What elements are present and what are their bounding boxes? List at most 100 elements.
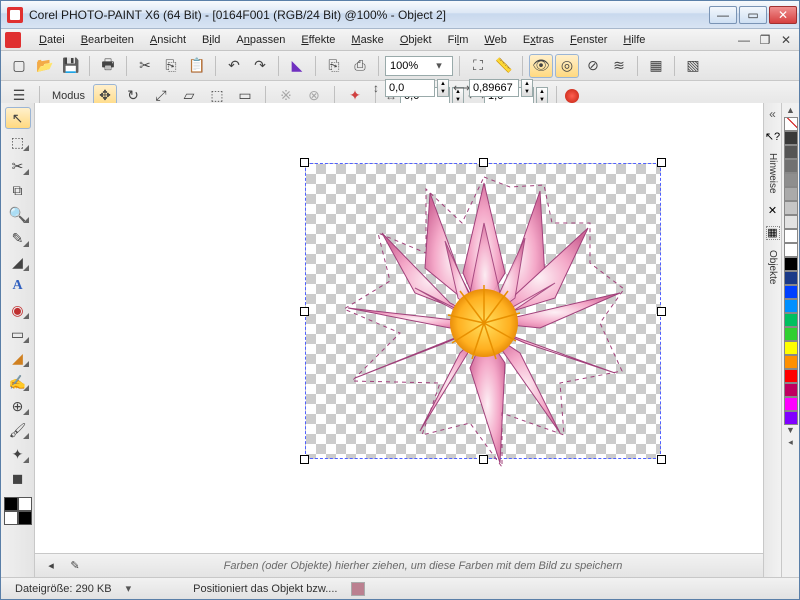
export-icon[interactable]: ⎘	[322, 54, 346, 78]
copy-icon[interactable]: ⎘	[159, 54, 183, 78]
palette-swatch[interactable]	[784, 383, 798, 397]
palette-swatch[interactable]	[784, 257, 798, 271]
dropshadow-tool-icon[interactable]: ◼	[5, 467, 31, 489]
objects-icon[interactable]: ▦	[766, 226, 780, 240]
rectangle-tool-icon[interactable]: ▭	[5, 323, 31, 345]
publish-icon[interactable]: ⎙	[348, 54, 372, 78]
palette-up-icon[interactable]: ▲	[786, 105, 795, 117]
palette-swatch[interactable]	[784, 187, 798, 201]
mask-rect-tool-icon[interactable]: ⬚	[5, 131, 31, 153]
palette-swatch[interactable]	[784, 215, 798, 229]
palette-swatch[interactable]	[784, 341, 798, 355]
eyedropper-tool-icon[interactable]: ✎	[5, 227, 31, 249]
paint-tool-icon[interactable]: 🖌	[5, 419, 31, 441]
menu-film[interactable]: Film	[440, 31, 477, 49]
undo-icon[interactable]: ↶	[222, 54, 246, 78]
close-button[interactable]: ✕	[769, 6, 797, 24]
clear-mask-icon[interactable]: ⊘	[581, 54, 605, 78]
mdi-restore-button[interactable]: ❐	[756, 32, 774, 48]
palette-swatch[interactable]	[784, 173, 798, 187]
effect-tool-icon[interactable]: ✍	[5, 371, 31, 393]
menu-bearbeiten[interactable]: Bearbeiten	[73, 31, 142, 49]
invert-mask-icon[interactable]: ≋	[607, 54, 631, 78]
minimize-button[interactable]: —	[709, 6, 737, 24]
rulers-icon[interactable]: 📏	[492, 54, 516, 78]
menu-objekt[interactable]: Objekt	[392, 31, 440, 49]
menu-fenster[interactable]: Fenster	[562, 31, 615, 49]
close-tab-icon[interactable]: ✕	[766, 204, 780, 218]
palette-menu-icon[interactable]: ◂	[43, 559, 59, 572]
show-guides-icon[interactable]: ◎	[555, 54, 579, 78]
palette-fly-icon[interactable]: ◂	[788, 437, 793, 449]
menu-ansicht[interactable]: Ansicht	[142, 31, 194, 49]
color-swatches[interactable]	[4, 497, 32, 525]
palette-swatch[interactable]	[784, 271, 798, 285]
fullscreen-icon[interactable]: ⛶	[466, 54, 490, 78]
palette-swatch[interactable]	[784, 397, 798, 411]
menu-extras[interactable]: Extras	[515, 31, 562, 49]
palette-swatch[interactable]	[784, 131, 798, 145]
palette-down-icon[interactable]: ▼	[786, 425, 795, 437]
menu-anpassen[interactable]: Anpassen	[228, 31, 293, 49]
options-icon[interactable]: ▧	[681, 54, 705, 78]
paste-icon[interactable]: 📋	[185, 54, 209, 78]
new-icon[interactable]: ▢	[7, 54, 31, 78]
handle-sw[interactable]	[300, 455, 309, 464]
palette-swatch[interactable]	[784, 299, 798, 313]
import-icon[interactable]: ◣	[285, 54, 309, 78]
mdi-minimize-button[interactable]: —	[735, 32, 753, 48]
crop-tool-icon[interactable]: ⧉	[5, 179, 31, 201]
cut-icon[interactable]: ✂	[133, 54, 157, 78]
pos-y-spinner[interactable]: ▲▼	[437, 79, 449, 97]
scale-y-input[interactable]	[469, 79, 519, 97]
palette-swatch[interactable]	[784, 229, 798, 243]
pos-y-input[interactable]	[385, 79, 435, 97]
menu-effekte[interactable]: Effekte	[293, 31, 343, 49]
palette-swatch[interactable]	[784, 145, 798, 159]
palette-swatch[interactable]	[784, 355, 798, 369]
status-color-swatch[interactable]	[351, 582, 365, 596]
text-tool-icon[interactable]: A	[5, 275, 31, 297]
hints-icon[interactable]: ↖?	[766, 129, 780, 143]
redo-icon[interactable]: ↷	[248, 54, 272, 78]
redeye-tool-icon[interactable]: ◉	[5, 299, 31, 321]
mdi-close-button[interactable]: ✕	[777, 32, 795, 48]
save-icon[interactable]: 💾	[59, 54, 83, 78]
print-icon[interactable]: 🖶	[96, 54, 120, 78]
menu-web[interactable]: Web	[476, 31, 514, 49]
handle-se[interactable]	[657, 455, 666, 464]
handle-e[interactable]	[657, 307, 666, 316]
hints-tab[interactable]: Hinweise	[767, 153, 778, 194]
fill-tool-icon[interactable]: ◢	[5, 347, 31, 369]
show-mask-icon[interactable]: 👁	[529, 54, 553, 78]
palette-swatch[interactable]	[784, 285, 798, 299]
palette-swatch[interactable]	[784, 327, 798, 341]
no-color-swatch[interactable]	[784, 117, 798, 131]
eraser-tool-icon[interactable]: ◢	[5, 251, 31, 273]
launcher-icon[interactable]: ▦	[644, 54, 668, 78]
expand-dockers-icon[interactable]: «	[769, 107, 776, 121]
palette-swatch[interactable]	[784, 369, 798, 383]
handle-n[interactable]	[479, 158, 488, 167]
canvas[interactable]	[35, 103, 763, 553]
palette-swatch[interactable]	[784, 159, 798, 173]
menu-datei[interactable]: Datei	[31, 31, 73, 49]
status-dropdown-icon[interactable]: ▾	[126, 582, 132, 595]
palette-swatch[interactable]	[784, 243, 798, 257]
clone-tool-icon[interactable]: ⊕	[5, 395, 31, 417]
spray-tool-icon[interactable]: ✦	[5, 443, 31, 465]
palette-swatch[interactable]	[784, 201, 798, 215]
handle-s[interactable]	[479, 455, 488, 464]
objects-tab[interactable]: Objekte	[767, 250, 778, 284]
mask-transform-tool-icon[interactable]: ✂	[5, 155, 31, 177]
pick-tool-icon[interactable]: ↖	[5, 107, 31, 129]
zoom-field[interactable]: ▾	[385, 56, 453, 76]
handle-ne[interactable]	[657, 158, 666, 167]
menu-maske[interactable]: Maske	[343, 31, 391, 49]
palette-swatch[interactable]	[784, 411, 798, 425]
scale-y-spinner[interactable]: ▲▼	[521, 79, 533, 97]
handle-w[interactable]	[300, 307, 309, 316]
open-icon[interactable]: 📂	[33, 54, 57, 78]
eyedropper-icon[interactable]: ✎	[67, 559, 83, 572]
flower-object[interactable]	[330, 163, 638, 469]
